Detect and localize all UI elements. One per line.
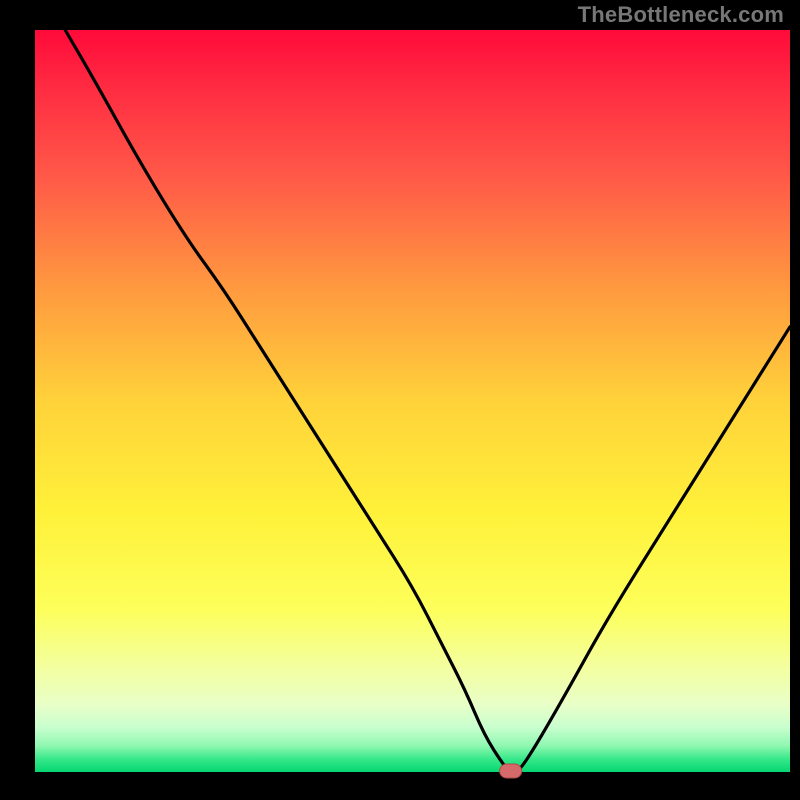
watermark-text: TheBottleneck.com bbox=[578, 2, 784, 28]
optimal-point-marker bbox=[500, 764, 522, 778]
chart-svg bbox=[0, 0, 800, 800]
chart-plot-area bbox=[35, 30, 790, 772]
bottleneck-chart: TheBottleneck.com bbox=[0, 0, 800, 800]
